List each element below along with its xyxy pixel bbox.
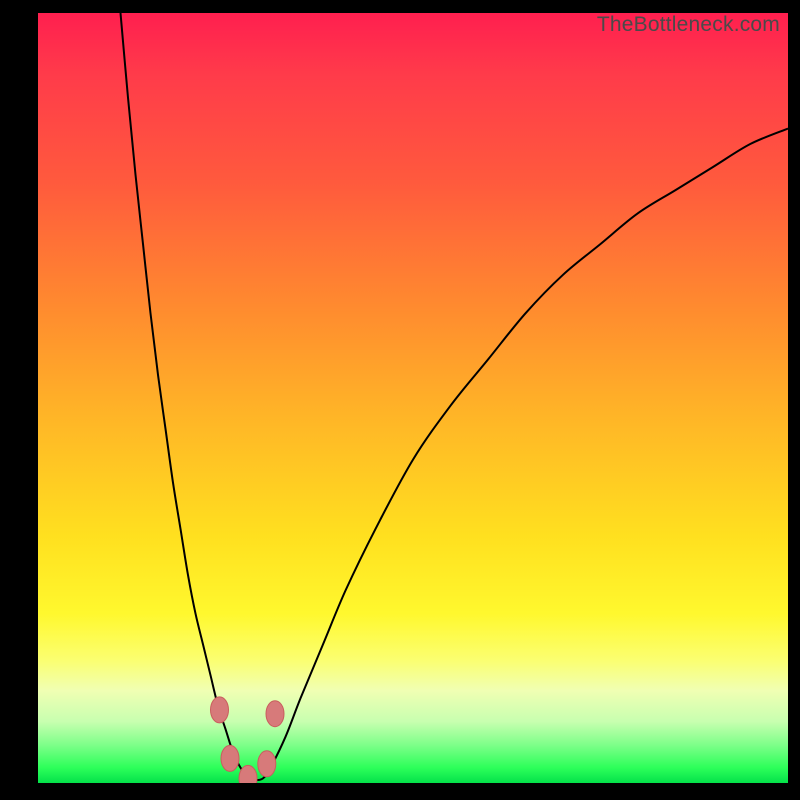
data-marker <box>258 751 276 777</box>
data-marker <box>266 701 284 727</box>
marker-layer <box>38 13 788 783</box>
data-marker <box>221 745 239 771</box>
data-marker <box>211 697 229 723</box>
watermark-label: TheBottleneck.com <box>597 13 780 37</box>
chart-frame: TheBottleneck.com <box>0 0 800 800</box>
data-marker <box>239 765 257 783</box>
plot-area: TheBottleneck.com <box>38 13 788 783</box>
